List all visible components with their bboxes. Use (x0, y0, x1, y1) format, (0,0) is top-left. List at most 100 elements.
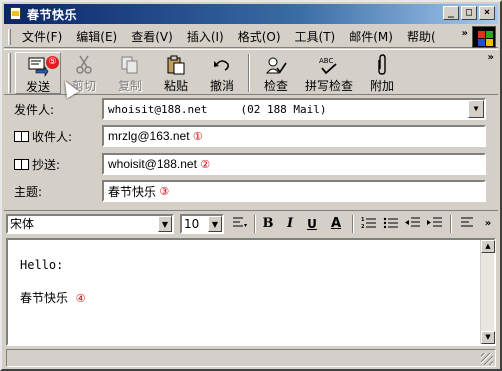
paperclip-icon (371, 54, 393, 76)
numbered-list-icon[interactable]: 12 (360, 215, 378, 233)
format-separator (352, 215, 354, 233)
from-row: 发件人: whoisit@188.net (02 188 Mail) ▼ (4, 98, 498, 120)
menu-file[interactable]: 文件(F) (15, 28, 69, 46)
format-separator (450, 215, 452, 233)
toolbar-separator (248, 54, 250, 92)
menu-overflow-chevron[interactable]: » (462, 28, 468, 39)
cc-value: whoisit@188.net (108, 157, 197, 171)
spell-check-button[interactable]: ABC 拼写检查 (299, 52, 359, 94)
subject-label: 主题: (14, 184, 43, 199)
subject-step-marker: ③ (159, 185, 170, 198)
subject-value: 春节快乐 (108, 184, 157, 199)
window-controls: _ □ × (443, 6, 495, 20)
to-label: 收件人: (32, 129, 73, 144)
body-text: 春节快乐 (20, 291, 69, 305)
address-book-icon (14, 130, 29, 142)
subject-row: 主题: 春节快乐 ③ (4, 180, 498, 202)
menu-help[interactable]: 帮助( (400, 28, 443, 46)
bullet-list-icon[interactable] (382, 215, 400, 233)
title-bar[interactable]: 春节快乐 _ □ × (4, 4, 498, 24)
maximize-button[interactable]: □ (461, 6, 477, 20)
toolbar-grip[interactable] (8, 53, 11, 93)
menu-bar: 文件(F) 编辑(E) 查看(V) 插入(I) 格式(O) 工具(T) 邮件(M… (4, 26, 498, 48)
format-separator (254, 215, 256, 233)
from-label: 发件人: (14, 102, 55, 117)
windows-logo-icon (472, 26, 496, 48)
status-bar (6, 349, 496, 367)
toolbar: ⑤ 发送 剪切 复制 粘贴 撤消 检查 ABC 拼写检查 附加 » (4, 49, 498, 95)
to-field[interactable]: mrzlg@163.net ① (102, 125, 486, 147)
cc-field[interactable]: whoisit@188.net ② (102, 153, 486, 175)
scissors-icon (73, 54, 95, 76)
decrease-indent-icon[interactable] (404, 215, 422, 233)
font-select[interactable]: 宋体 ▼ (6, 214, 174, 234)
body-greeting: Hello: (20, 258, 64, 272)
svg-text:2: 2 (361, 224, 365, 230)
to-value: mrzlg@163.net (108, 129, 190, 143)
scroll-up-button[interactable]: ▲ (481, 240, 495, 253)
paragraph-style-icon[interactable] (230, 215, 248, 233)
attach-label: 附加 (369, 79, 394, 93)
size-value: 10 (184, 217, 200, 231)
from-value: whoisit@188.net (02 188 Mail) (108, 102, 327, 116)
menu-tools[interactable]: 工具(T) (288, 28, 343, 46)
paste-button[interactable]: 粘贴 (153, 52, 199, 94)
copy-icon (119, 54, 141, 76)
underline-button[interactable]: U (304, 215, 320, 233)
check-names-button[interactable]: 检查 (253, 52, 299, 94)
format-toolbar: 宋体 ▼ 10 ▼ B I U A 12 » (4, 210, 498, 236)
send-button[interactable]: ⑤ 发送 (15, 52, 61, 94)
align-left-icon[interactable] (458, 215, 476, 233)
increase-indent-icon[interactable] (426, 215, 444, 233)
message-header: 发件人: whoisit@188.net (02 188 Mail) ▼ 收件人… (4, 96, 498, 206)
undo-label: 撤消 (209, 79, 234, 93)
close-button[interactable]: × (479, 6, 495, 20)
cc-row: 抄送: whoisit@188.net ② (4, 153, 498, 175)
format-overflow-chevron[interactable]: » (482, 215, 494, 233)
menu-format[interactable]: 格式(O) (231, 28, 288, 46)
menu-grip[interactable] (8, 28, 11, 45)
subject-field[interactable]: 春节快乐 ③ (102, 180, 486, 202)
from-select[interactable]: whoisit@188.net (02 188 Mail) ▼ (102, 98, 486, 120)
spell-check-label: 拼写检查 (304, 79, 353, 93)
menu-insert[interactable]: 插入(I) (180, 28, 231, 46)
check-label: 检查 (263, 79, 288, 93)
menu-edit[interactable]: 编辑(E) (69, 28, 124, 46)
send-label: 发送 (25, 80, 50, 94)
size-select[interactable]: 10 ▼ (180, 214, 224, 234)
copy-button[interactable]: 复制 (107, 52, 153, 94)
undo-button[interactable]: 撤消 (199, 52, 245, 94)
to-row: 收件人: mrzlg@163.net ① (4, 125, 498, 147)
svg-text:ABC: ABC (319, 57, 333, 65)
minimize-button[interactable]: _ (443, 6, 459, 20)
body-text-line: 春节快乐 ④ (20, 289, 86, 306)
from-dropdown-button[interactable]: ▼ (468, 100, 484, 118)
attach-button[interactable]: 附加 (359, 52, 405, 94)
cc-label: 抄送: (32, 157, 61, 172)
to-label-group[interactable]: 收件人: (14, 128, 72, 145)
send-step-marker: ⑤ (46, 56, 59, 69)
cc-label-group[interactable]: 抄送: (14, 156, 60, 173)
resize-grip-icon[interactable] (481, 353, 493, 365)
spell-check-icon: ABC (318, 54, 340, 76)
address-book-icon (14, 158, 29, 170)
body-step-marker: ④ (75, 292, 86, 305)
menu-message[interactable]: 邮件(M) (342, 28, 400, 46)
message-body[interactable]: Hello: 春节快乐 ④ ▲ ▼ (6, 238, 496, 346)
paste-label: 粘贴 (163, 79, 188, 93)
toolbar-overflow-chevron[interactable]: » (488, 52, 494, 63)
window-title: 春节快乐 (27, 7, 78, 22)
italic-button[interactable]: I (282, 215, 298, 233)
font-color-button[interactable]: A (326, 215, 346, 233)
font-value: 宋体 (10, 217, 35, 231)
bold-button[interactable]: B (260, 215, 276, 233)
cc-step-marker: ② (200, 158, 211, 171)
font-dropdown-button[interactable]: ▼ (158, 216, 172, 232)
size-dropdown-button[interactable]: ▼ (208, 216, 222, 232)
vertical-scrollbar[interactable]: ▲ ▼ (480, 240, 495, 344)
undo-icon (211, 54, 233, 76)
message-icon (7, 6, 23, 22)
to-step-marker: ① (192, 130, 203, 143)
scroll-down-button[interactable]: ▼ (481, 331, 495, 344)
menu-view[interactable]: 查看(V) (124, 28, 180, 46)
